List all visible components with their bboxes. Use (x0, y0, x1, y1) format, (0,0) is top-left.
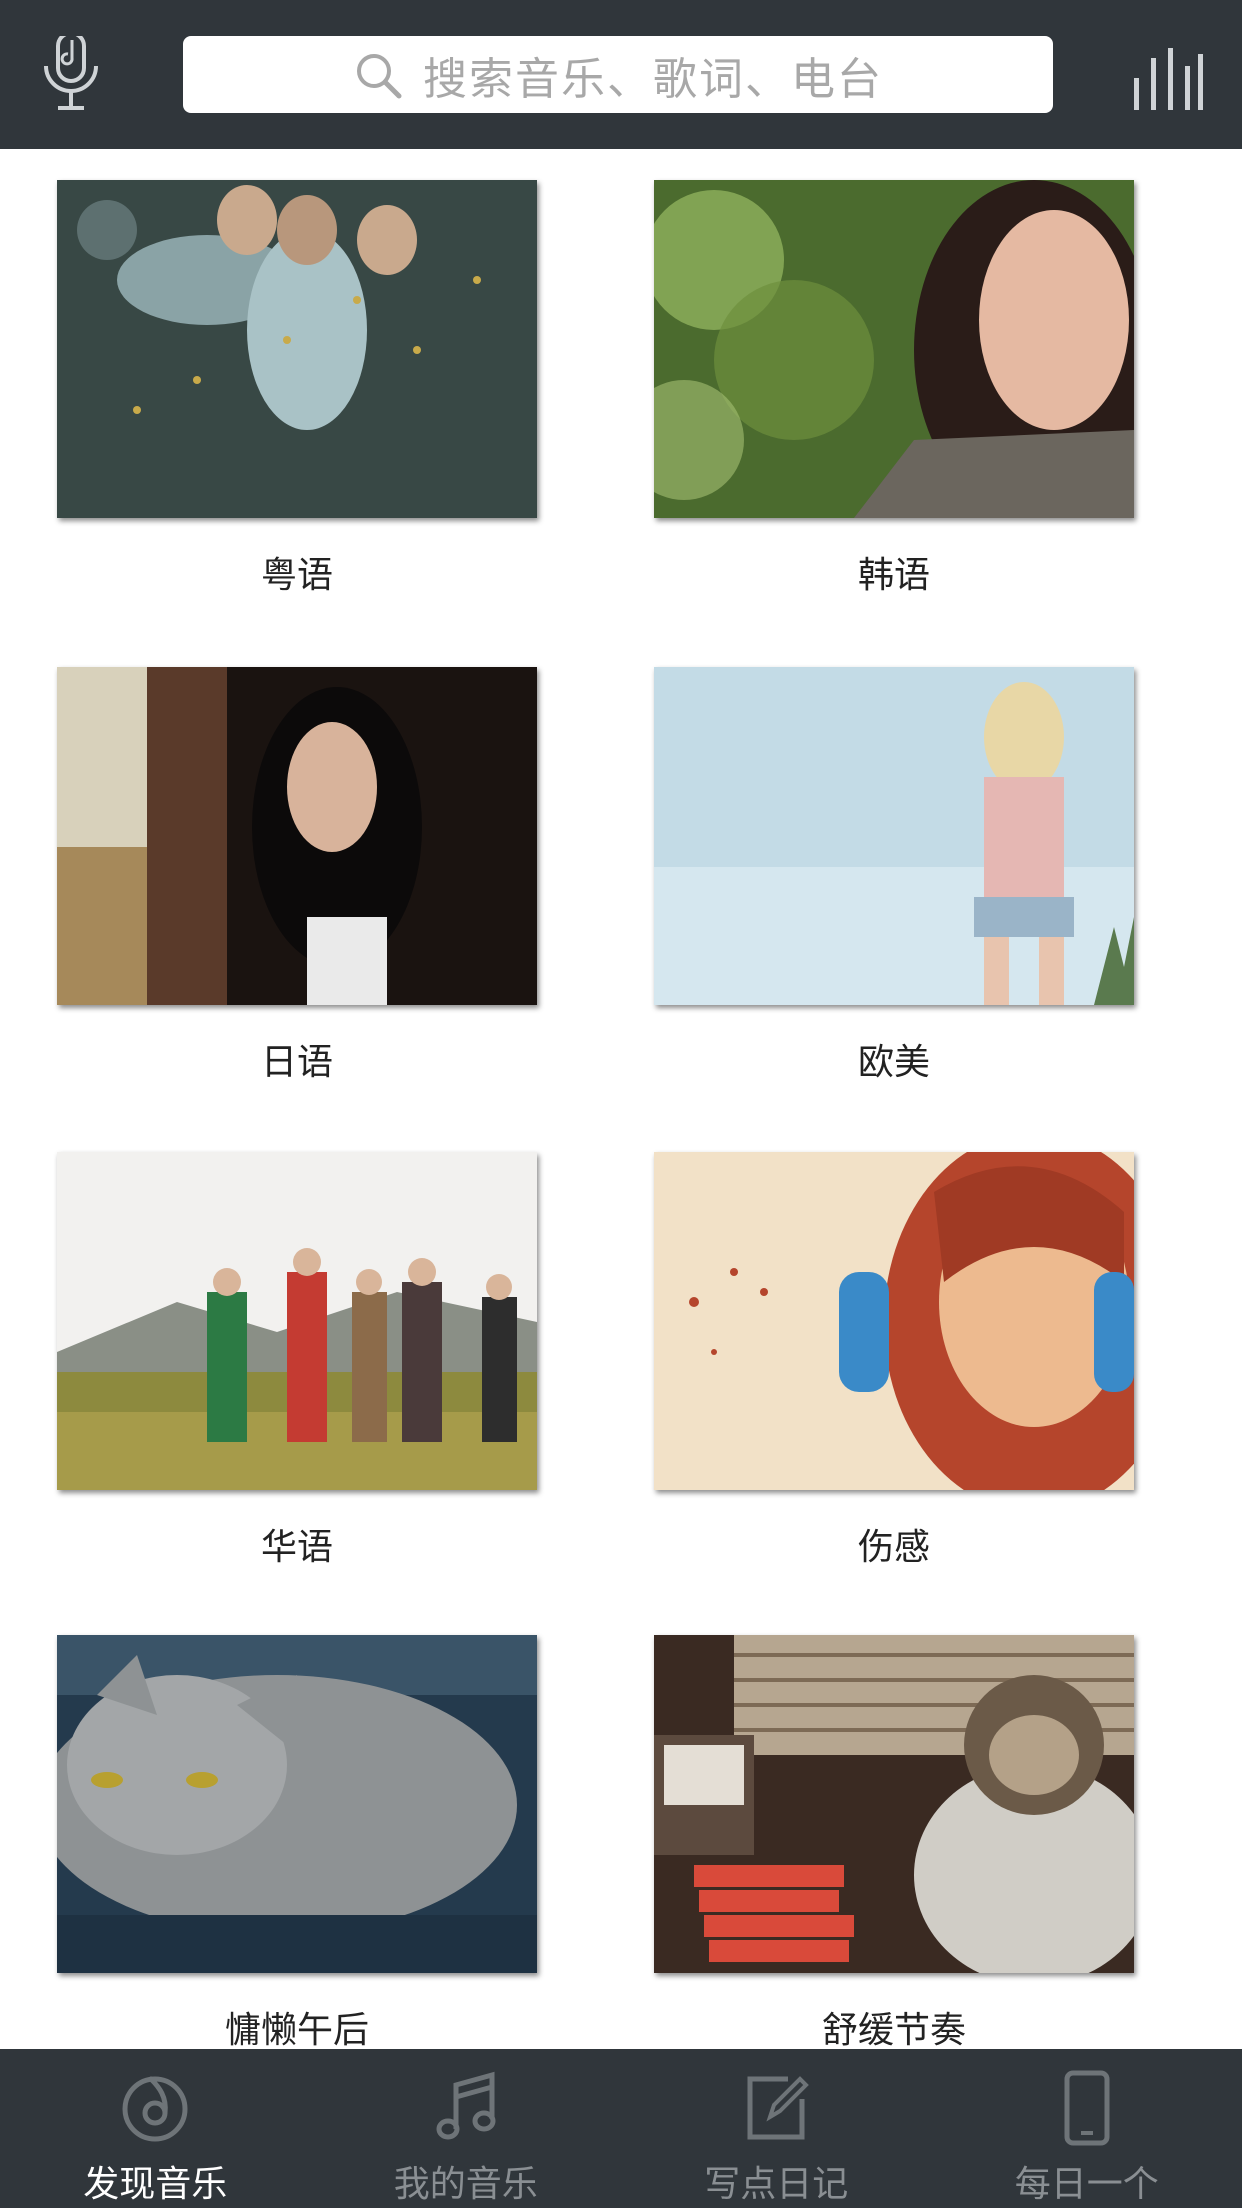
category-label: 伤感 (857, 1527, 930, 1568)
nav-write-diary[interactable]: 写点日记 (621, 2049, 932, 2208)
category-label: 欧美 (857, 1042, 930, 1083)
nav-label: 我的音乐 (393, 2164, 538, 2205)
top-bar: 搜索音乐、歌词、电台 (0, 0, 1242, 149)
nav-my-music[interactable]: 我的音乐 (311, 2049, 622, 2208)
category-label: 慵懒午后 (224, 2010, 369, 2049)
nav-label: 发现音乐 (83, 2164, 228, 2205)
category-card-western[interactable]: 欧美 (654, 667, 1134, 1085)
phone-icon (1064, 2070, 1110, 2146)
category-card-japanese[interactable]: 日语 (57, 667, 537, 1085)
music-note-icon (436, 2071, 496, 2140)
category-image[interactable] (57, 180, 537, 518)
category-card-chinese[interactable]: 华语 (57, 1152, 537, 1570)
category-image[interactable] (57, 1635, 537, 1973)
category-label: 华语 (260, 1527, 333, 1568)
category-label: 粤语 (260, 555, 333, 596)
category-image[interactable] (57, 1152, 537, 1490)
equalizer-icon[interactable] (1132, 44, 1204, 112)
category-card-sad[interactable]: 伤感 (654, 1152, 1134, 1570)
category-image[interactable] (654, 180, 1134, 518)
nav-label: 写点日记 (704, 2164, 849, 2205)
category-grid: 粤语 韩语 日语 欧美 华语 伤感 慵懒午后 舒缓节奏 (0, 149, 1242, 2049)
category-image[interactable] (654, 1635, 1134, 1973)
category-image[interactable] (654, 667, 1134, 1005)
nav-daily-one[interactable]: 每日一个 (932, 2049, 1242, 2208)
category-card-lazy-afternoon[interactable]: 慵懒午后 (57, 1635, 537, 2049)
nav-discover-music[interactable]: 发现音乐 (0, 2049, 311, 2208)
microphone-icon[interactable] (38, 36, 104, 114)
category-card-soothing-rhythm[interactable]: 舒缓节奏 (654, 1635, 1134, 2049)
discover-music-icon (122, 2076, 188, 2142)
search-input[interactable]: 搜索音乐、歌词、电台 (183, 36, 1053, 113)
category-label: 韩语 (857, 555, 930, 596)
category-image[interactable] (654, 1152, 1134, 1490)
search-placeholder: 搜索音乐、歌词、电台 (423, 53, 883, 105)
category-label: 舒缓节奏 (821, 2010, 966, 2049)
category-label: 日语 (260, 1042, 333, 1083)
bottom-navigation: 发现音乐 我的音乐 写点日记 每日一个 (0, 2049, 1242, 2208)
edit-note-icon (747, 2076, 810, 2140)
category-card-korean[interactable]: 韩语 (654, 180, 1134, 598)
category-image[interactable] (57, 667, 537, 1005)
nav-label: 每日一个 (1014, 2164, 1159, 2205)
search-icon (357, 53, 402, 98)
category-card-cantonese[interactable]: 粤语 (57, 180, 537, 598)
